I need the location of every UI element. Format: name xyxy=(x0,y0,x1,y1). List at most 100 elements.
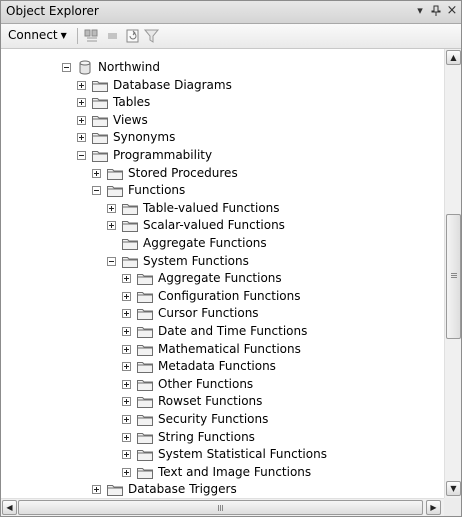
close-icon[interactable]: × xyxy=(445,3,459,19)
tree-node[interactable]: Configuration Functions xyxy=(1,288,441,305)
tree-node-label: Programmability xyxy=(113,148,213,162)
tree-node-label: Mathematical Functions xyxy=(158,341,301,356)
tree-node-label: Other Functions xyxy=(158,376,254,391)
tree-node[interactable]: Northwind xyxy=(1,59,441,76)
database-icon xyxy=(79,60,91,75)
tree-node[interactable]: Database Triggers xyxy=(1,481,441,498)
expand-icon[interactable] xyxy=(122,274,131,284)
expand-icon[interactable] xyxy=(122,450,131,460)
expand-icon[interactable] xyxy=(92,168,101,178)
scroll-down-button[interactable]: ▼ xyxy=(446,481,461,496)
scroll-left-button[interactable]: ◀ xyxy=(2,500,17,515)
connect-button[interactable]: Connect ▼ xyxy=(4,27,71,44)
tree-node[interactable]: Synonyms xyxy=(1,129,441,146)
tree-node[interactable]: Text and Image Functions xyxy=(1,464,441,481)
thumb-grip xyxy=(451,277,457,278)
folder-icon xyxy=(137,415,153,426)
expand-icon[interactable] xyxy=(122,291,131,301)
expand-icon[interactable] xyxy=(92,485,101,495)
tree-node[interactable]: Stored Procedures xyxy=(1,165,441,182)
tree-node[interactable]: Date and Time Functions xyxy=(1,323,441,340)
tree-node-label: Aggregate Functions xyxy=(143,236,267,250)
tree-node-label: System Functions xyxy=(143,253,249,268)
tree-node[interactable]: Database Diagrams xyxy=(1,77,441,94)
tree-node[interactable]: Aggregate Functions xyxy=(1,270,441,287)
tree-node-label: Security Functions xyxy=(158,412,269,426)
expand-icon[interactable] xyxy=(77,80,86,90)
folder-icon xyxy=(137,309,153,321)
tree-node[interactable]: Cursor Functions xyxy=(1,305,441,322)
collapse-icon[interactable] xyxy=(107,256,116,266)
expand-icon[interactable] xyxy=(77,133,86,143)
filter-icon[interactable] xyxy=(144,28,160,44)
expand-icon[interactable] xyxy=(122,379,131,389)
expand-icon[interactable] xyxy=(122,397,131,407)
tree-node[interactable]: Rowset Functions xyxy=(1,393,441,410)
folder-icon xyxy=(122,239,138,250)
toolbar: Connect ▼ xyxy=(1,24,461,49)
tree-node[interactable]: System Functions xyxy=(1,253,441,270)
tree-node-label: Tables xyxy=(113,95,151,110)
toolbar-separator xyxy=(77,28,78,44)
expand-icon[interactable] xyxy=(122,327,131,336)
tree-node[interactable]: Functions xyxy=(1,182,441,199)
object-tree: Northwind Database Diagrams Tables Views Syn… xyxy=(1,49,444,498)
tree-node[interactable]: Metadata Functions xyxy=(1,358,441,375)
folder-icon xyxy=(92,80,108,92)
title-bar: Object Explorer ▾ × xyxy=(1,1,461,24)
collapse-icon[interactable] xyxy=(62,63,71,72)
expand-icon[interactable] xyxy=(107,203,116,213)
tree-node[interactable]: Scalar-valued Functions xyxy=(1,217,441,234)
connect-label: Connect xyxy=(8,28,58,42)
folder-icon xyxy=(137,274,153,286)
expand-icon[interactable] xyxy=(122,309,131,319)
tree-node[interactable]: System Statistical Functions xyxy=(1,446,441,463)
tree-node[interactable]: Aggregate Functions xyxy=(1,235,441,252)
scroll-up-button[interactable]: ▲ xyxy=(446,50,461,65)
thumb-grip xyxy=(222,505,223,511)
folder-icon xyxy=(137,344,153,356)
window-position-dropdown-icon[interactable]: ▾ xyxy=(413,3,427,19)
vertical-scrollbar[interactable]: ▲ ▼ xyxy=(444,49,461,498)
collapse-icon[interactable] xyxy=(92,186,101,196)
expand-icon[interactable] xyxy=(107,221,116,231)
tree-node[interactable]: Views xyxy=(1,112,441,129)
expand-icon[interactable] xyxy=(122,415,131,424)
auto-hide-pin-icon[interactable] xyxy=(429,3,443,19)
tree-node-label: System Statistical Functions xyxy=(158,447,327,462)
tree-node-label: Configuration Functions xyxy=(158,288,301,303)
folder-icon xyxy=(137,379,153,391)
tree-node[interactable]: Mathematical Functions xyxy=(1,341,441,358)
tree-node-label: Database Triggers xyxy=(128,482,237,497)
tree-node-label: Stored Procedures xyxy=(128,165,238,180)
tree-node[interactable]: Security Functions xyxy=(1,411,441,428)
refresh-icon[interactable] xyxy=(125,28,141,44)
tree-node[interactable]: Other Functions xyxy=(1,376,441,393)
expand-icon[interactable] xyxy=(122,362,131,372)
tree-node-label: Views xyxy=(113,112,148,127)
scroll-right-button[interactable]: ▶ xyxy=(426,500,441,515)
folder-icon xyxy=(137,450,153,462)
tree-node-label: String Functions xyxy=(158,429,255,444)
tree-node[interactable]: Table-valued Functions xyxy=(1,200,441,217)
expand-icon[interactable] xyxy=(77,115,86,125)
tree-node-label: Aggregate Functions xyxy=(158,271,282,286)
expand-icon[interactable] xyxy=(122,344,131,354)
tree-node[interactable]: Programmability xyxy=(1,147,441,164)
panel-title: Object Explorer xyxy=(6,4,99,18)
expand-icon[interactable] xyxy=(122,467,131,477)
expand-icon[interactable] xyxy=(122,432,131,442)
horizontal-scroll-thumb[interactable] xyxy=(18,500,423,515)
connect-dropdown-icon[interactable]: ▼ xyxy=(61,31,67,40)
horizontal-scrollbar[interactable]: ◀ ▶ xyxy=(1,498,444,516)
tree-node[interactable]: Tables xyxy=(1,94,441,111)
tree-node-label: Metadata Functions xyxy=(158,359,276,374)
collapse-icon[interactable] xyxy=(77,151,86,160)
vertical-scroll-thumb[interactable] xyxy=(446,214,461,339)
disconnect-icon[interactable] xyxy=(84,28,100,44)
folder-icon xyxy=(92,151,108,162)
expand-icon[interactable] xyxy=(77,98,86,108)
tree-node[interactable]: String Functions xyxy=(1,429,441,446)
thumb-grip xyxy=(451,273,457,274)
stop-icon[interactable] xyxy=(105,28,121,44)
